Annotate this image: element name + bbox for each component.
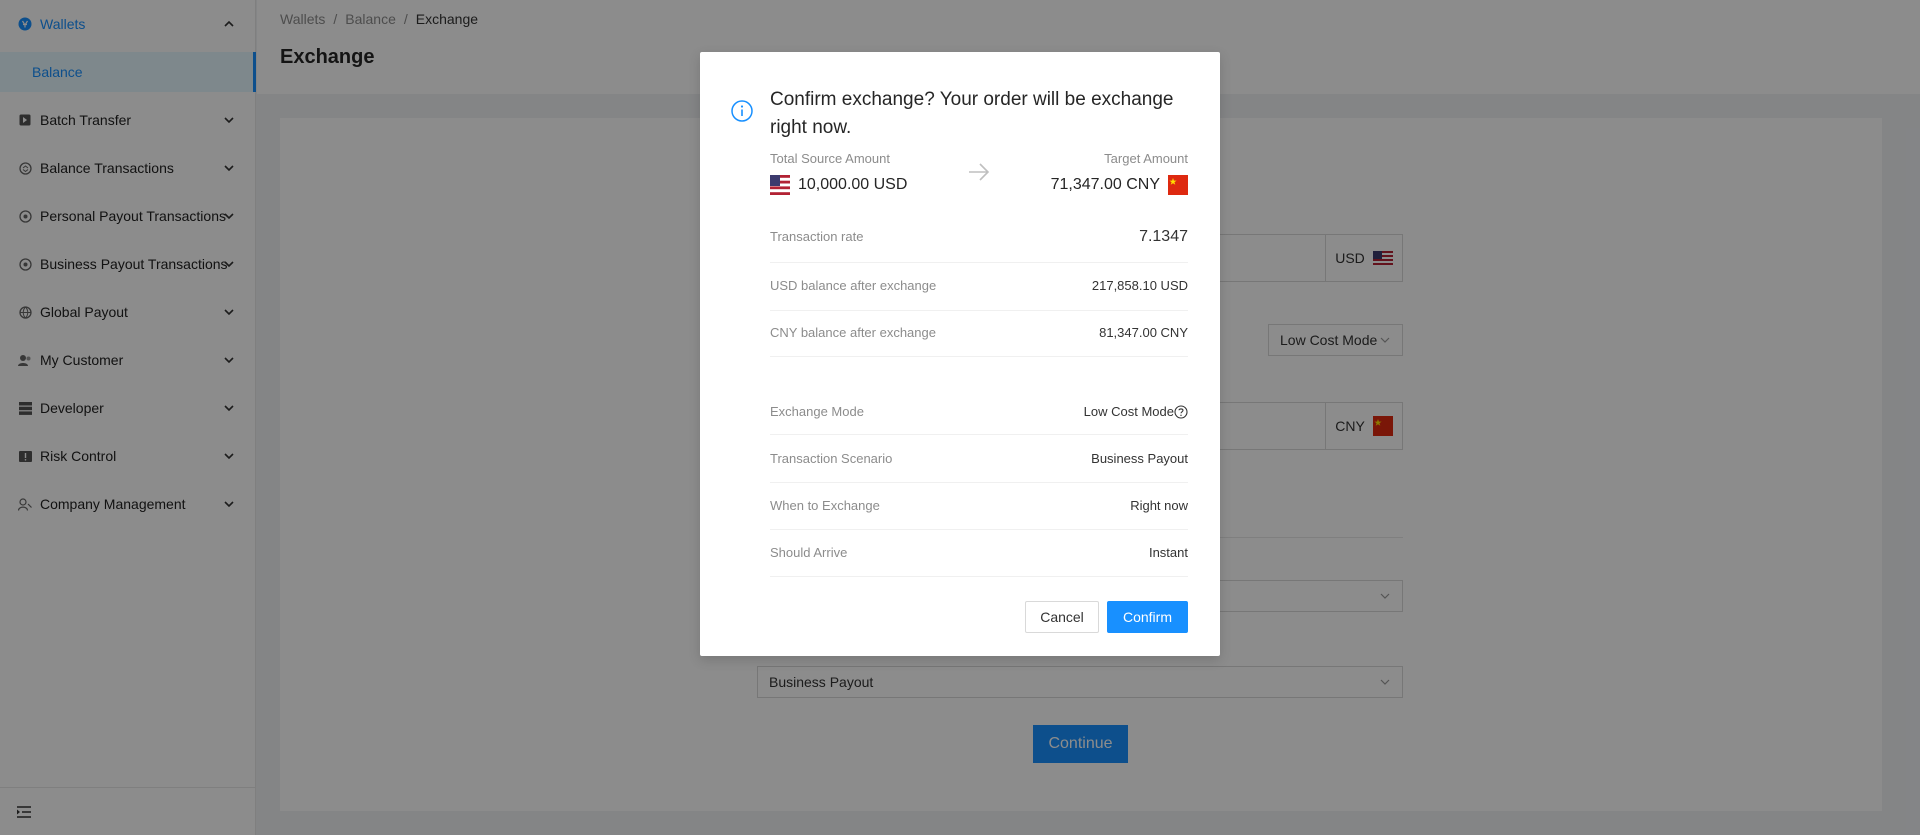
transaction-scenario-label: Transaction Scenario [770,451,893,466]
exchange-mode-value: Low Cost Mode [1083,404,1174,419]
when-to-exchange-label: When to Exchange [770,498,880,513]
target-amount-label: Target Amount [1104,151,1188,166]
exchange-mode-label: Exchange Mode [770,404,864,419]
source-amount-value: 10,000.00 USD [798,176,908,193]
row-divider [770,529,1188,530]
target-amount-value: 71,347.00 CNY [1050,176,1160,193]
arrow-right-icon [969,163,990,181]
source-amount: 10,000.00 USD [770,175,907,195]
row-divider [770,576,1188,577]
china-flag-icon [1168,175,1188,195]
row-divider [770,356,1188,357]
us-flag-icon [770,175,790,195]
transaction-scenario-value: Business Payout [1091,451,1188,466]
usd-balance-value: 217,858.10 USD [1091,278,1188,293]
cancel-button[interactable]: Cancel [1025,601,1099,633]
row-divider [770,482,1188,483]
confirm-exchange-modal: Confirm exchange? Your order will be exc… [700,52,1220,656]
confirm-button[interactable]: Confirm [1107,601,1188,633]
cny-balance-value: 81,347.00 CNY [1099,325,1188,340]
row-divider [770,434,1188,435]
modal-title: Confirm exchange? Your order will be exc… [770,89,1174,138]
row-divider [770,262,1188,263]
cny-balance-label: CNY balance after exchange [770,325,936,340]
when-to-exchange-value: Right now [1130,498,1188,513]
source-amount-label: Total Source Amount [770,151,890,166]
usd-balance-label: USD balance after exchange [770,278,937,293]
row-divider [770,310,1188,311]
info-icon [731,100,753,122]
exchange-mode-value-wrap: Low Cost Mode [1084,404,1188,419]
should-arrive-label: Should Arrive [770,545,848,560]
transaction-rate-value: 7.1347 [1139,228,1188,245]
target-amount: 71,347.00 CNY [1051,175,1188,195]
question-circle-icon[interactable] [1174,404,1188,419]
should-arrive-value: Instant [1148,545,1188,560]
transaction-rate-label: Transaction rate [770,229,864,244]
